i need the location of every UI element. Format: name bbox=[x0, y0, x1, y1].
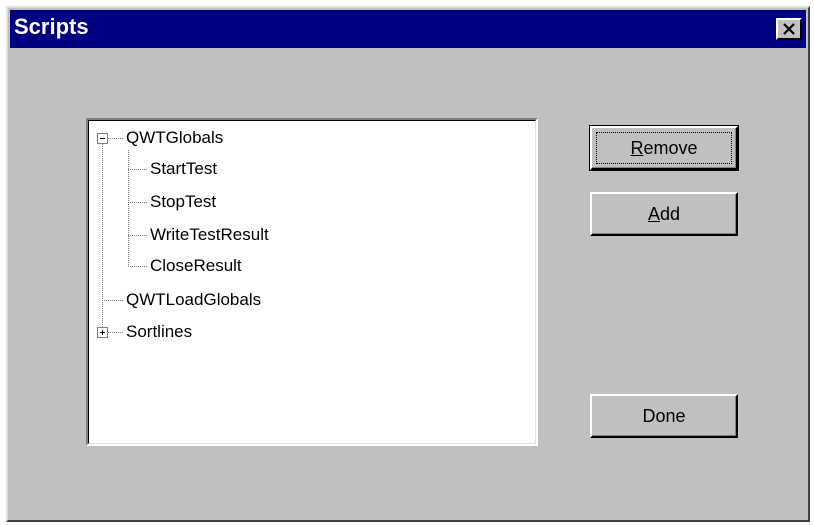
close-icon bbox=[783, 23, 795, 35]
tree-node-stoptest[interactable]: StopTest bbox=[150, 192, 216, 212]
expand-toggle[interactable] bbox=[97, 327, 108, 338]
tree-node-closeresult[interactable]: CloseResult bbox=[150, 256, 242, 276]
window-title: Scripts bbox=[14, 14, 89, 39]
tree-node-sortlines[interactable]: Sortlines bbox=[126, 322, 192, 342]
done-button[interactable]: Done bbox=[590, 394, 738, 438]
tree-node-starttest[interactable]: StartTest bbox=[150, 159, 217, 179]
tree-node-qwtglobals[interactable]: QWTGlobals bbox=[126, 128, 223, 148]
close-button[interactable] bbox=[776, 18, 802, 40]
tree-node-qwtloadglobals[interactable]: QWTLoadGlobals bbox=[126, 290, 261, 310]
scripts-dialog: Scripts QWTGlobals StartTest StopTest Wr… bbox=[6, 6, 810, 522]
collapse-toggle[interactable] bbox=[97, 133, 108, 144]
title-bar[interactable]: Scripts bbox=[10, 10, 806, 48]
add-button[interactable]: Add bbox=[590, 192, 738, 236]
remove-button[interactable]: Remove bbox=[589, 125, 739, 171]
tree-node-writetestresult[interactable]: WriteTestResult bbox=[150, 225, 269, 245]
script-tree[interactable]: QWTGlobals StartTest StopTest WriteTestR… bbox=[86, 118, 538, 446]
